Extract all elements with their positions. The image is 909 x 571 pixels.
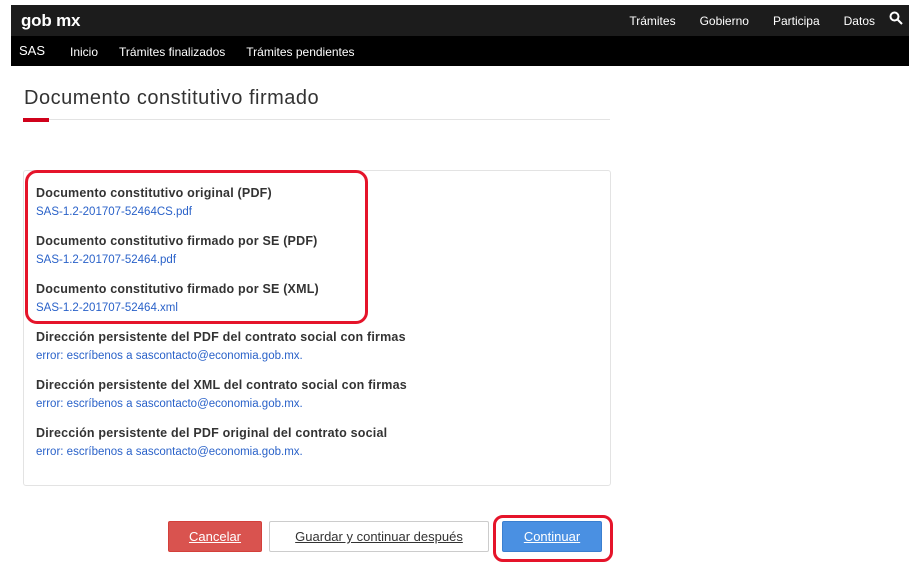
brand-logo[interactable]: gob mx (21, 11, 80, 31)
save-later-button[interactable]: Guardar y continuar después (269, 521, 489, 552)
doc-label: Dirección persistente del PDF original d… (36, 426, 388, 440)
doc-item: Dirección persistente del XML del contra… (36, 378, 407, 410)
doc-item: Dirección persistente del PDF original d… (36, 426, 387, 458)
doc-link[interactable]: error: escríbenos a sascontacto@economia… (36, 350, 406, 362)
page-title: Documento constitutivo firmado (24, 87, 320, 109)
doc-link[interactable]: error: escríbenos a sascontacto@economia… (36, 446, 387, 458)
subnav-tramites-finalizados[interactable]: Trámites finalizados (119, 45, 225, 59)
top-header: gob mx Trámites Gobierno Participa Datos (11, 5, 909, 36)
doc-item: Dirección persistente del PDF del contra… (36, 330, 406, 362)
doc-label: Dirección persistente del XML del contra… (36, 378, 407, 392)
nav-gobierno[interactable]: Gobierno (700, 14, 749, 28)
subnav-inicio[interactable]: Inicio (70, 45, 98, 59)
sub-nav: Inicio Trámites finalizados Trámites pen… (70, 45, 376, 59)
nav-participa[interactable]: Participa (773, 14, 820, 28)
highlight-continue (493, 515, 613, 562)
highlight-documents (25, 170, 368, 324)
title-accent-bar (23, 118, 49, 122)
cancel-button[interactable]: Cancelar (168, 521, 262, 552)
top-nav: Trámites Gobierno Participa Datos (605, 14, 875, 28)
doc-link[interactable]: error: escríbenos a sascontacto@economia… (36, 398, 407, 410)
search-icon[interactable] (889, 11, 903, 25)
nav-datos[interactable]: Datos (844, 14, 875, 28)
nav-tramites[interactable]: Trámites (629, 14, 675, 28)
doc-label: Dirección persistente del PDF del contra… (36, 330, 406, 344)
subnav-tramites-pendientes[interactable]: Trámites pendientes (246, 45, 354, 59)
app-name[interactable]: SAS (19, 43, 45, 58)
title-divider (23, 119, 610, 120)
sub-header: SAS Inicio Trámites finalizados Trámites… (11, 36, 909, 66)
